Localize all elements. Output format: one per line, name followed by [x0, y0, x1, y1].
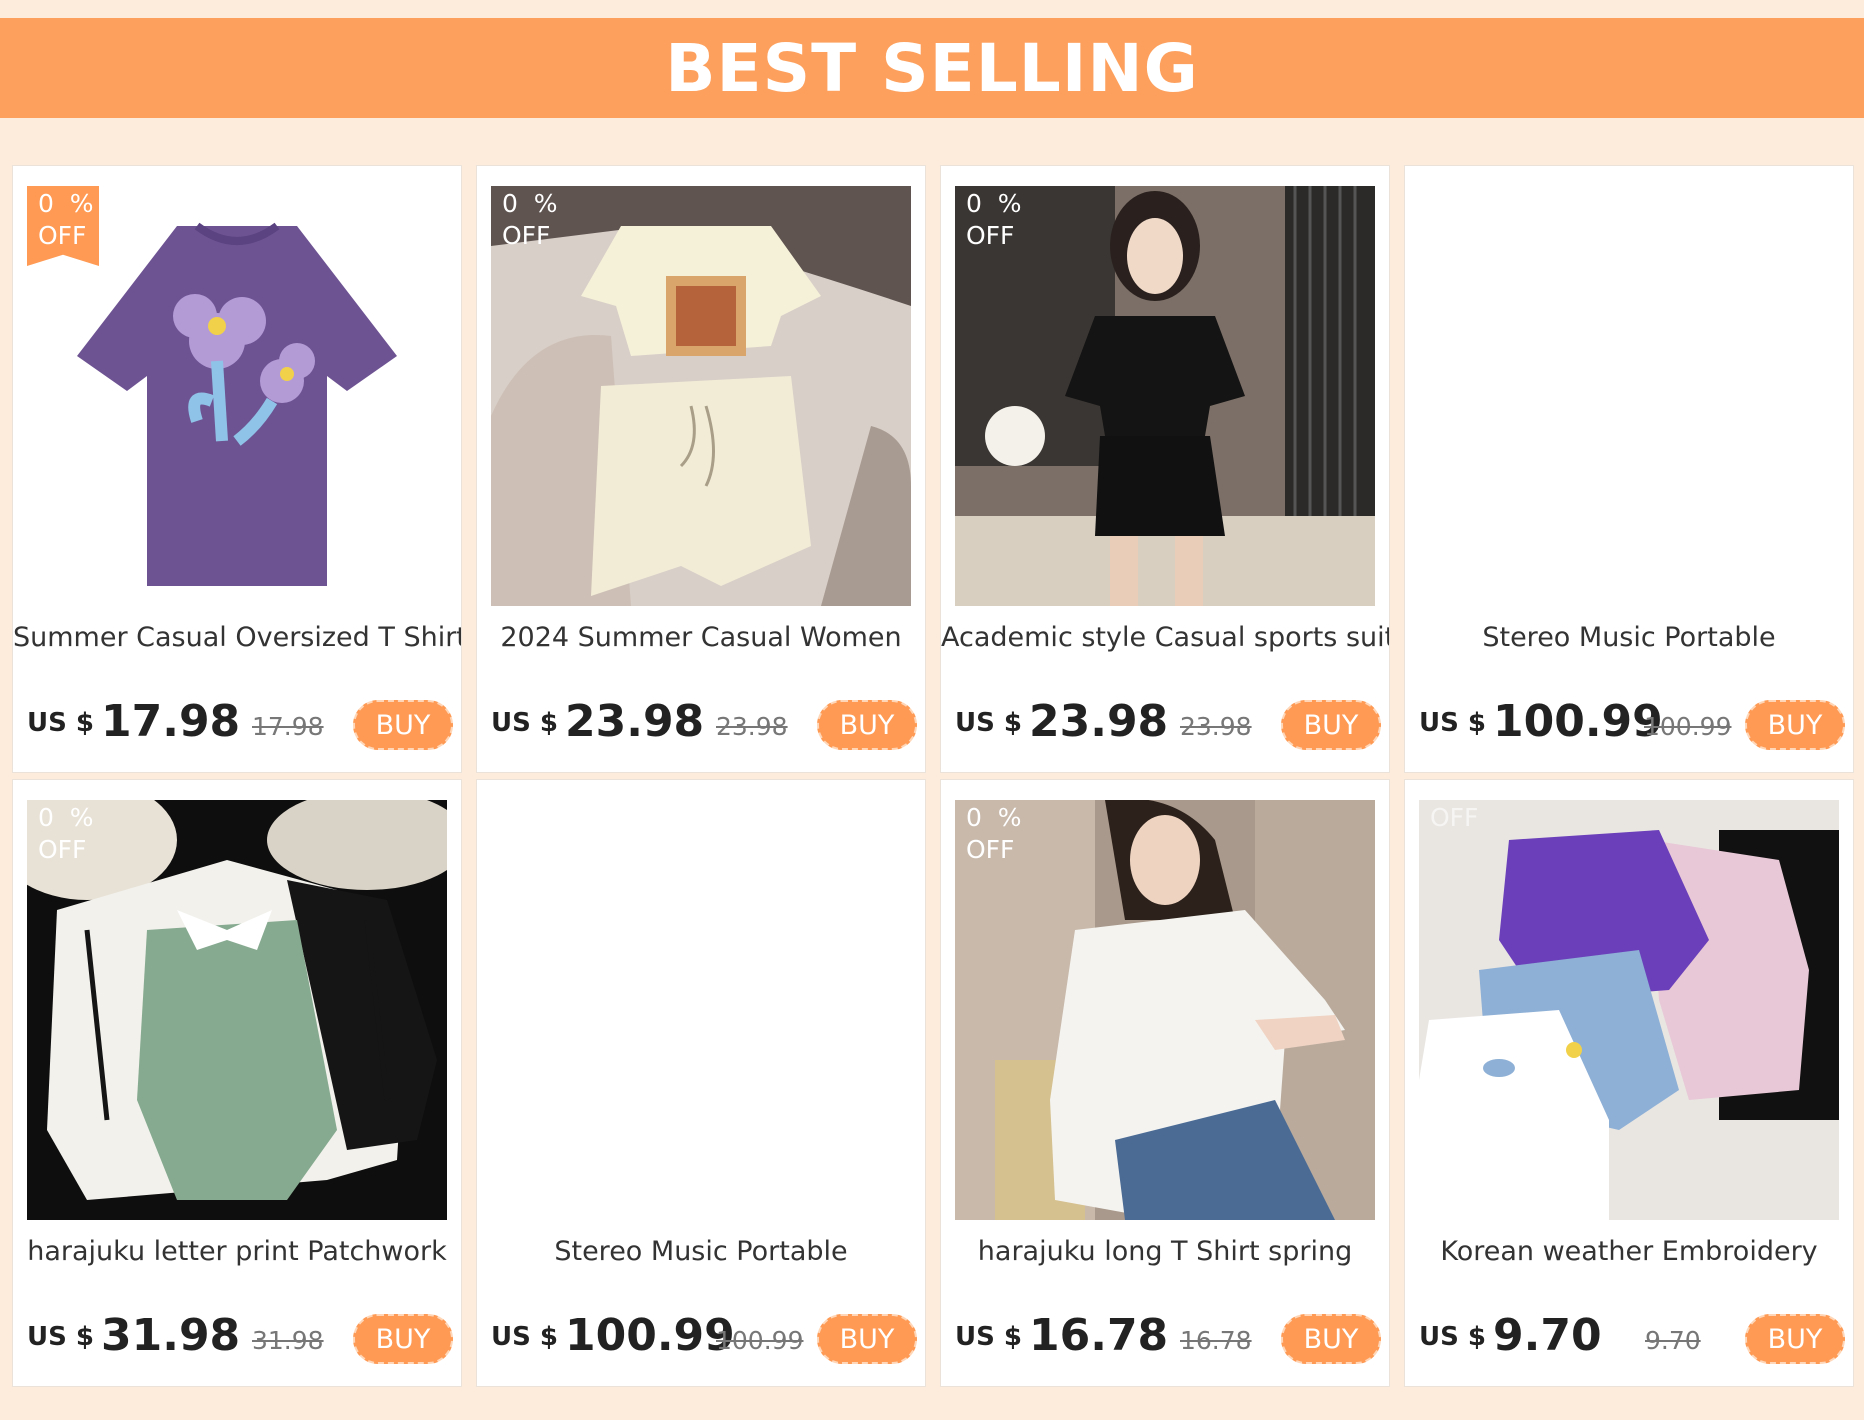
product-card[interactable]: Stereo Music Portable US $ 100.99 100.99… [1404, 165, 1854, 773]
badge-percent: 0 % [38, 803, 94, 832]
product-card[interactable]: 0 % OFF Academic style Casual sports sui… [940, 165, 1390, 773]
old-price: 100.99 [716, 1326, 804, 1355]
badge-off: OFF [38, 835, 87, 864]
product-grid: 0 % OFF Summer Casual Oversized T Shirt … [12, 165, 1854, 1387]
badge-percent: 0 % [966, 803, 1022, 832]
price: 9.70 [1493, 1310, 1602, 1361]
product-image[interactable] [1419, 186, 1839, 606]
buy-button[interactable]: BUY [353, 700, 453, 750]
product-card[interactable]: 0 % OFF harajuku letter print Patchwork … [12, 779, 462, 1387]
buy-button[interactable]: BUY [353, 1314, 453, 1364]
product-title[interactable]: Summer Casual Oversized T Shirt [13, 622, 461, 653]
product-card[interactable]: Stereo Music Portable US $ 100.99 100.99… [476, 779, 926, 1387]
buy-button[interactable]: BUY [1745, 700, 1845, 750]
currency: US $ [27, 1322, 94, 1352]
price-row: US $ 100.99 100.99 BUY [491, 1310, 917, 1366]
product-title[interactable]: Academic style Casual sports suit [941, 622, 1389, 653]
buy-button[interactable]: BUY [817, 1314, 917, 1364]
discount-badge: 0 % OFF [27, 800, 99, 880]
old-price: 31.98 [252, 1326, 324, 1355]
old-price: 17.98 [252, 712, 324, 741]
currency: US $ [1419, 1322, 1486, 1352]
currency: US $ [1419, 708, 1486, 738]
badge-off: OFF [502, 221, 551, 250]
price: 100.99 [1493, 696, 1663, 747]
price-row: US $ 23.98 23.98 BUY [491, 696, 917, 752]
buy-button[interactable]: BUY [1281, 1314, 1381, 1364]
price: 23.98 [565, 696, 705, 747]
product-image[interactable] [491, 800, 911, 1220]
price: 17.98 [101, 696, 241, 747]
old-price: 9.70 [1645, 1326, 1701, 1355]
price-row: US $ 31.98 31.98 BUY [27, 1310, 453, 1366]
product-title[interactable]: Korean weather Embroidery [1405, 1236, 1853, 1267]
product-card[interactable]: 0 % OFF Summer Casual Oversized T Shirt … [12, 165, 462, 773]
badge-off: OFF [966, 835, 1015, 864]
discount-badge: OFF [1419, 800, 1491, 880]
best-selling-banner: BEST SELLING [0, 18, 1864, 118]
product-title[interactable]: harajuku letter print Patchwork [13, 1236, 461, 1267]
price-row: US $ 17.98 17.98 BUY [27, 696, 453, 752]
currency: US $ [955, 1322, 1022, 1352]
product-title[interactable]: harajuku long T Shirt spring [941, 1236, 1389, 1267]
discount-badge: 0 % OFF [27, 186, 99, 266]
price-row: US $ 16.78 16.78 BUY [955, 1310, 1381, 1366]
product-title[interactable]: Stereo Music Portable [477, 1236, 925, 1267]
badge-percent: 0 % [502, 189, 558, 218]
price-row: US $ 9.70 9.70 BUY [1419, 1310, 1845, 1366]
currency: US $ [27, 708, 94, 738]
banner-title: BEST SELLING [665, 29, 1199, 107]
badge-percent: 0 % [966, 189, 1022, 218]
currency: US $ [491, 1322, 558, 1352]
price: 31.98 [101, 1310, 241, 1361]
product-card[interactable]: OFF Korean weather Embroidery US $ 9.70 … [1404, 779, 1854, 1387]
currency: US $ [491, 708, 558, 738]
discount-badge: 0 % OFF [955, 800, 1027, 880]
old-price: 16.78 [1180, 1326, 1252, 1355]
old-price: 100.99 [1644, 712, 1732, 741]
product-card[interactable]: 0 % OFF harajuku long T Shirt spring US … [940, 779, 1390, 1387]
price-row: US $ 23.98 23.98 BUY [955, 696, 1381, 752]
price-row: US $ 100.99 100.99 BUY [1419, 696, 1845, 752]
buy-button[interactable]: BUY [1745, 1314, 1845, 1364]
badge-off: OFF [1430, 803, 1479, 832]
old-price: 23.98 [716, 712, 788, 741]
old-price: 23.98 [1180, 712, 1252, 741]
price: 16.78 [1029, 1310, 1169, 1361]
product-title[interactable]: Stereo Music Portable [1405, 622, 1853, 653]
discount-badge: 0 % OFF [491, 186, 563, 266]
discount-badge: 0 % OFF [955, 186, 1027, 266]
buy-button[interactable]: BUY [817, 700, 917, 750]
badge-percent: 0 % [38, 189, 94, 218]
buy-button[interactable]: BUY [1281, 700, 1381, 750]
badge-off: OFF [966, 221, 1015, 250]
price: 23.98 [1029, 696, 1169, 747]
currency: US $ [955, 708, 1022, 738]
badge-off: OFF [38, 221, 87, 250]
product-title[interactable]: 2024 Summer Casual Women [477, 622, 925, 653]
product-card[interactable]: 0 % OFF 2024 Summer Casual Women US $ 23… [476, 165, 926, 773]
price: 100.99 [565, 1310, 735, 1361]
